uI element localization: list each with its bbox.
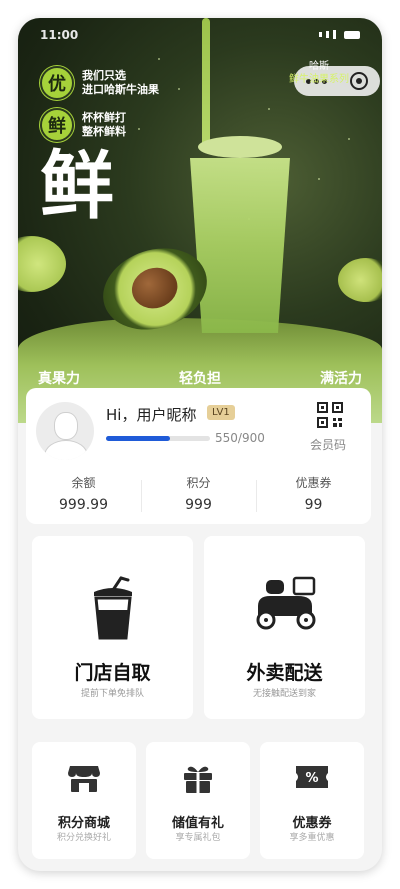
feature-label: 满活力 <box>320 371 362 387</box>
delivery-scooter-icon <box>256 576 315 630</box>
hero-headline: 鲜 <box>40 143 114 229</box>
level-progress-fill <box>106 436 170 441</box>
shortcut-title: 优惠券 <box>292 816 332 831</box>
coupon-icon: % <box>296 766 328 788</box>
member-code-label[interactable]: 会员码 <box>310 436 346 453</box>
status-bar: 11:00 <box>40 28 360 46</box>
phone-frame: 11:00 优 我们只选 进口哈斯牛油果 鲜 杯杯鲜打 整杯鲜料 鲜 哈斯 鲜牛… <box>18 18 382 871</box>
tag-badge: 优 <box>40 66 74 100</box>
stat-value: 99 <box>304 497 323 513</box>
feature-label: 轻负担 <box>179 371 221 387</box>
member-card: Hi，用户昵称 LV1 550/900 会员码 余额 999.99 积分 999… <box>26 388 371 524</box>
juice-stream <box>202 18 210 148</box>
feature-labels: 真果力 轻负担 满活力 <box>18 368 382 388</box>
delivery-tile[interactable]: 外卖配送 无接触配送到家 <box>204 536 365 719</box>
stat-label: 余额 <box>71 476 96 490</box>
level-badge: LV1 <box>207 405 235 420</box>
stored-value-tile[interactable]: 储值有礼 享专属礼包 <box>146 742 250 859</box>
shortcut-title: 积分商城 <box>57 816 110 831</box>
stat-label: 优惠券 <box>295 476 332 490</box>
hero-tag-quality: 优 我们只选 进口哈斯牛油果 <box>40 66 159 100</box>
drink-cup-image <box>190 158 290 333</box>
avocado-right-image <box>338 258 382 302</box>
pickup-subtitle: 提前下单免排队 <box>80 689 144 699</box>
shortcut-subtitle: 享专属礼包 <box>175 833 221 843</box>
avocado-left-image <box>18 236 66 292</box>
hero-banner[interactable]: 11:00 优 我们只选 进口哈斯牛油果 鲜 杯杯鲜打 整杯鲜料 鲜 哈斯 鲜牛… <box>18 18 382 423</box>
hero-tag-fresh: 鲜 杯杯鲜打 整杯鲜料 <box>40 108 126 142</box>
shop-icon <box>68 766 100 792</box>
shortcut-subtitle: 积分兑换好礼 <box>56 833 111 843</box>
stat-value: 999 <box>185 497 212 513</box>
series-brand-tag: 哈斯 鲜牛油果系列 <box>280 60 358 86</box>
svg-text:%: % <box>305 771 318 786</box>
cup-cream <box>198 136 282 158</box>
stat-balance[interactable]: 余额 999.99 <box>26 474 141 513</box>
tag-line: 整杯鲜料 <box>82 125 126 138</box>
gift-icon <box>184 766 212 793</box>
avatar[interactable] <box>36 402 94 460</box>
brand-line: 鲜牛油果系列 <box>289 74 349 85</box>
tag-line: 进口哈斯牛油果 <box>82 83 159 96</box>
account-stats: 余额 999.99 积分 999 优惠券 99 <box>26 474 371 513</box>
level-progress-bar <box>106 436 210 441</box>
drink-cup-icon <box>93 576 132 640</box>
status-time: 11:00 <box>40 28 79 42</box>
pickup-title: 门店自取 <box>74 662 151 684</box>
qr-code-icon[interactable] <box>317 402 343 428</box>
level-progress-text: 550/900 <box>215 431 265 445</box>
status-icons <box>319 30 360 39</box>
stat-points[interactable]: 积分 999 <box>141 474 256 513</box>
brand-line: 哈斯 <box>309 61 329 72</box>
delivery-subtitle: 无接触配送到家 <box>252 689 316 699</box>
tag-line: 杯杯鲜打 <box>82 111 126 124</box>
delivery-title: 外卖配送 <box>246 662 323 684</box>
tag-line: 我们只选 <box>82 69 126 82</box>
stat-coupons[interactable]: 优惠券 99 <box>256 474 371 513</box>
feature-label: 真果力 <box>38 371 80 387</box>
stat-value: 999.99 <box>59 497 108 513</box>
pickup-tile[interactable]: 门店自取 提前下单免排队 <box>32 536 193 719</box>
tag-badge: 鲜 <box>40 108 74 142</box>
shortcut-subtitle: 享多重优惠 <box>289 833 335 843</box>
stat-label: 积分 <box>186 476 211 490</box>
coupon-tile[interactable]: % 优惠券 享多重优惠 <box>260 742 364 859</box>
points-mall-tile[interactable]: 积分商城 积分兑换好礼 <box>32 742 136 859</box>
user-greeting[interactable]: Hi，用户昵称 <box>106 404 196 425</box>
shortcut-title: 储值有礼 <box>171 816 224 831</box>
